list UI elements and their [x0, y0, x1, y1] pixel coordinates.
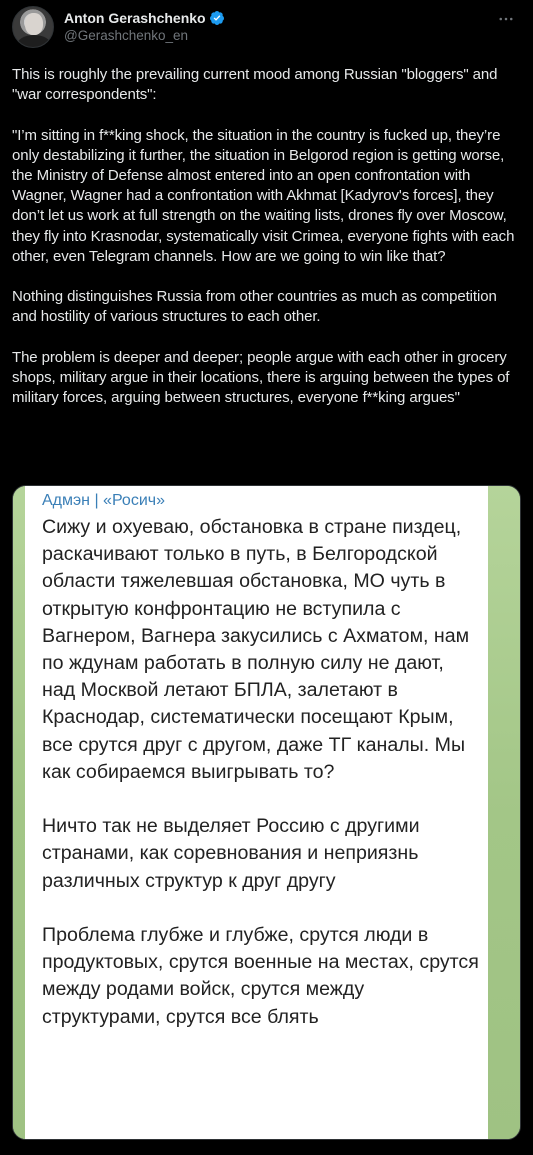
avatar-face — [25, 13, 43, 35]
avatar-shoulders — [17, 35, 51, 47]
author-handle[interactable]: @Gerashchenko_en — [64, 28, 188, 43]
author-name-row[interactable]: Anton Gerashchenko — [64, 9, 225, 27]
author-display-name[interactable]: Anton Gerashchenko — [64, 10, 206, 26]
tweet-media-image[interactable]: Адмэн | «Росич» Сижу и охуеваю, обстанов… — [12, 485, 521, 1140]
telegram-sender-name: Адмэн | «Росич» — [42, 492, 165, 509]
more-horizontal-icon[interactable] — [495, 8, 517, 30]
avatar[interactable] — [12, 6, 54, 48]
telegram-message-text: Сижу и охуеваю, обстановка в стране пизд… — [42, 516, 479, 1028]
telegram-message-bubble: Адмэн | «Росич» Сижу и охуеваю, обстанов… — [25, 486, 488, 1139]
tweet-text: This is roughly the prevailing current m… — [12, 66, 515, 407]
tweet: Anton Gerashchenko @Gerashchenko_en This… — [0, 0, 533, 1155]
verified-badge-icon — [209, 11, 224, 25]
more-dots — [499, 17, 513, 21]
tweet-header: Anton Gerashchenko @Gerashchenko_en — [12, 6, 521, 50]
